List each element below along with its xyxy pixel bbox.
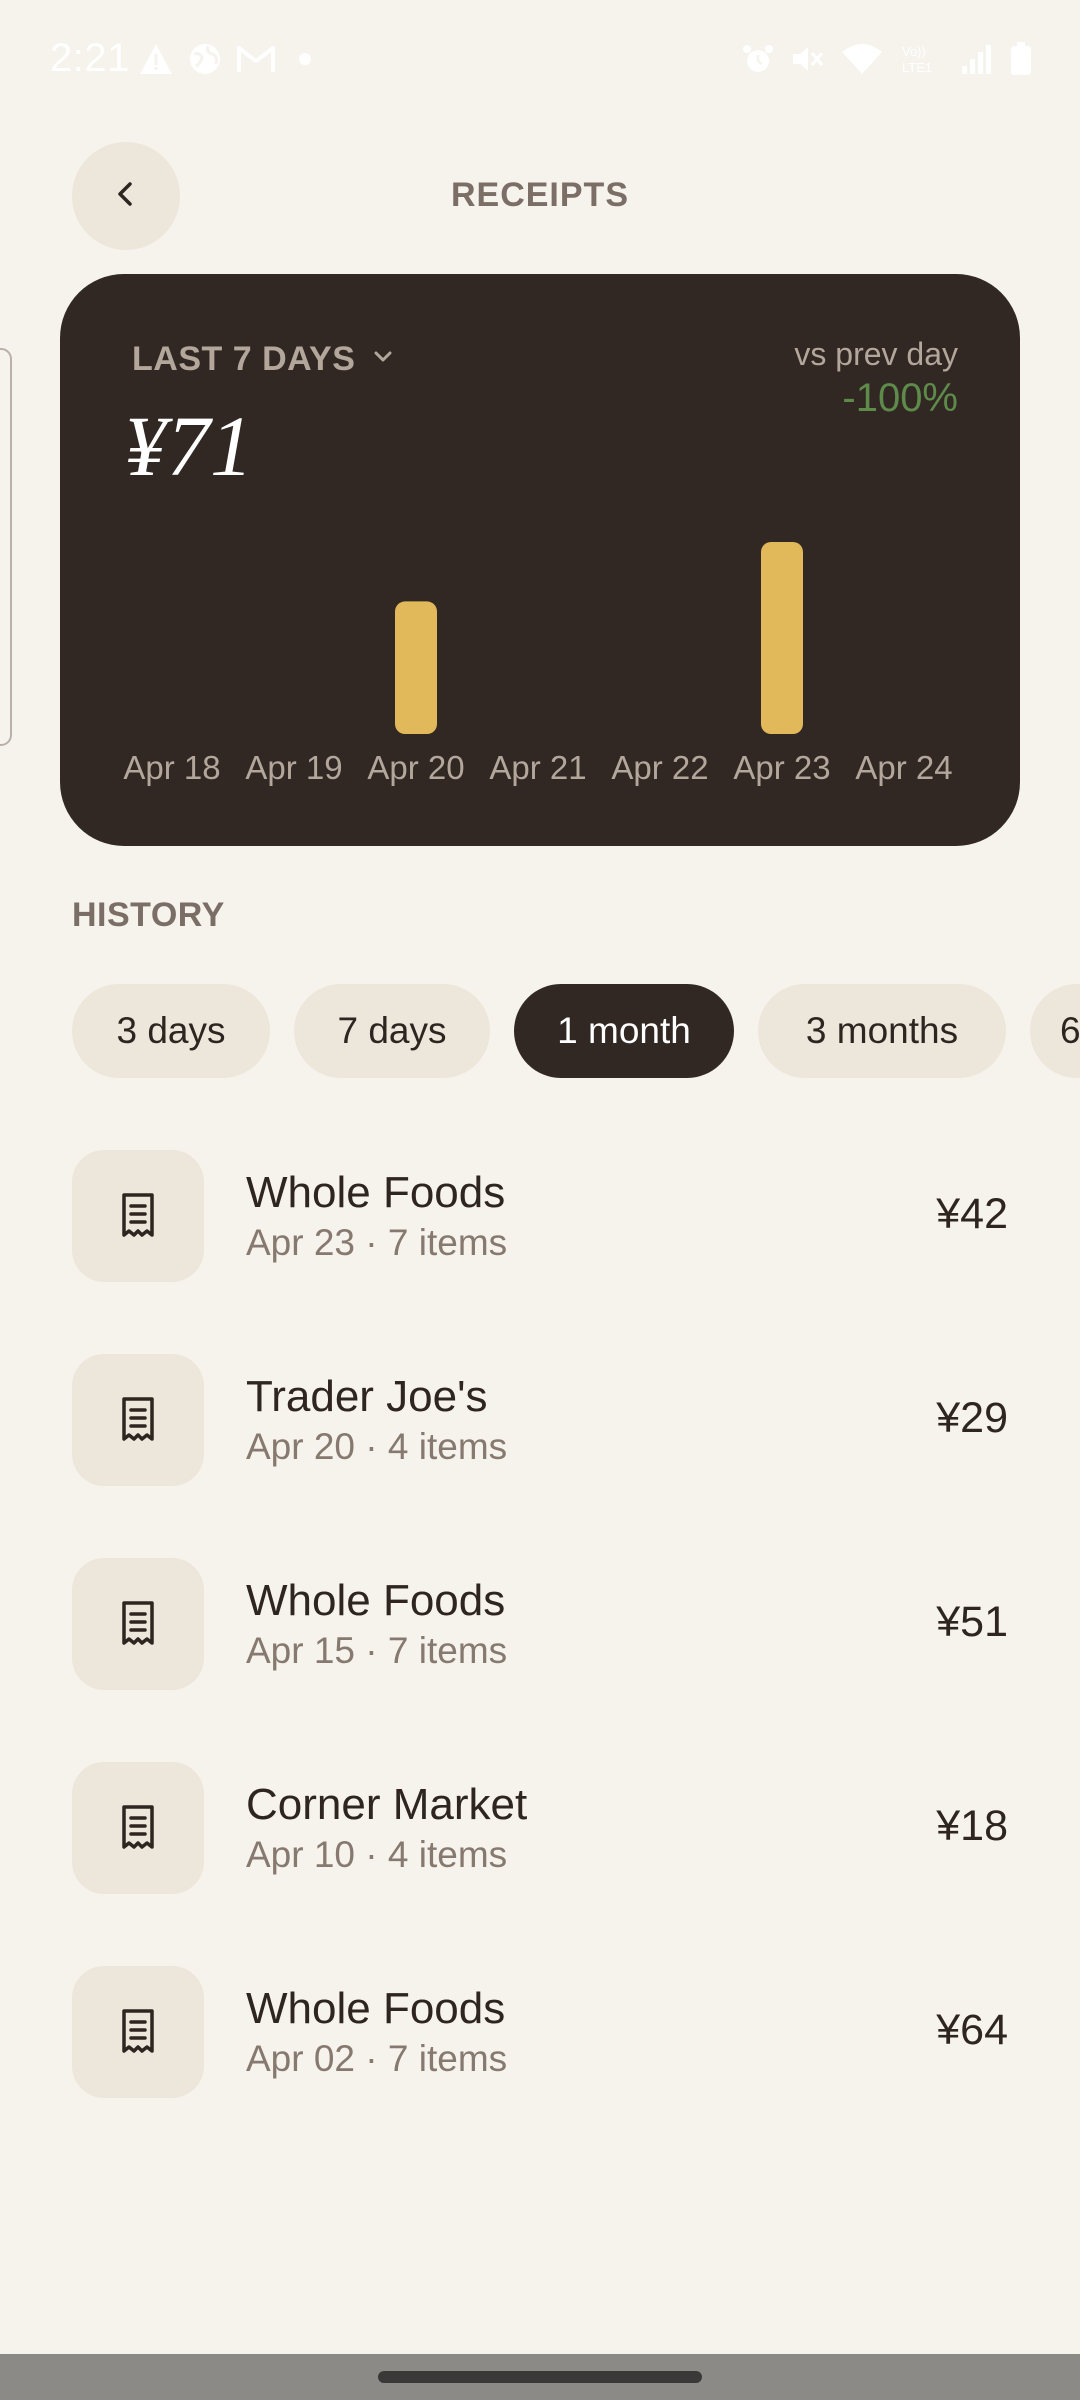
chart-x-tick-label: Apr 24 bbox=[855, 749, 952, 786]
receipt-icon bbox=[72, 1762, 204, 1894]
receipt-store-name: Whole Foods bbox=[246, 1168, 506, 1217]
chart-x-tick-label: Apr 23 bbox=[733, 749, 830, 786]
warning-icon bbox=[138, 42, 174, 76]
receipt-amount: ¥29 bbox=[936, 1394, 1008, 1442]
volte-icon: Vo)) LTE1 bbox=[900, 42, 944, 76]
globe-icon bbox=[188, 42, 222, 76]
receipt-meta: Apr 10 · 4 items bbox=[246, 1834, 508, 1875]
receipt-meta: Apr 23 · 7 items bbox=[246, 1222, 508, 1263]
receipt-list-item[interactable]: Corner Market Apr 10 · 4 items ¥18 bbox=[72, 1762, 1008, 1894]
status-right-icons: Vo)) LTE1 bbox=[742, 42, 1032, 76]
receipt-store-name: Whole Foods bbox=[246, 1984, 506, 2033]
receipt-amount: ¥64 bbox=[936, 2006, 1008, 2054]
history-heading: HISTORY bbox=[72, 896, 225, 934]
receipt-list-item[interactable]: Whole Foods Apr 02 · 7 items ¥64 bbox=[72, 1966, 1008, 2098]
chart-x-tick-label: Apr 21 bbox=[489, 749, 586, 786]
receipt-list-item[interactable]: Whole Foods Apr 15 · 7 items ¥51 bbox=[72, 1558, 1008, 1690]
dot-icon bbox=[290, 44, 320, 74]
wifi-icon bbox=[840, 42, 884, 76]
filter-chip[interactable]: 3 days bbox=[72, 984, 270, 1078]
spend-bar-chart: Apr 18 Apr 19 Apr 20 Apr 21 Apr 22 Apr 23 Apr … bbox=[123, 542, 953, 786]
filter-chip[interactable]: 1 month bbox=[514, 984, 734, 1078]
signal-icon bbox=[960, 42, 994, 76]
filter-chip[interactable]: 3 months bbox=[758, 984, 1006, 1078]
chart-x-tick-label: Apr 20 bbox=[367, 749, 464, 786]
page-title: RECEIPTS bbox=[450, 176, 630, 214]
chart-x-tick-label: Apr 22 bbox=[611, 749, 708, 786]
edge-panel-handle[interactable] bbox=[0, 348, 12, 746]
receipt-list-item[interactable]: Whole Foods Apr 23 · 7 items ¥42 bbox=[72, 1150, 1008, 1282]
receipt-icon bbox=[72, 1354, 204, 1486]
receipt-amount: ¥51 bbox=[936, 1598, 1008, 1646]
receipt-icon bbox=[72, 1966, 204, 2098]
receipts-screen: 2:21 Vo)) LTE1 RECEIPTS LAST 7 DAYS ¥71 … bbox=[0, 0, 1080, 2400]
receipt-icon bbox=[72, 1150, 204, 1282]
chart-bar[interactable] bbox=[761, 542, 803, 734]
status-left-icons bbox=[138, 42, 320, 76]
filter-chip[interactable]: 6 months bbox=[1030, 984, 1080, 1078]
svg-text:LTE1: LTE1 bbox=[902, 60, 932, 75]
receipt-amount: ¥18 bbox=[936, 1802, 1008, 1850]
mute-icon bbox=[790, 43, 824, 75]
status-time: 2:21 bbox=[50, 36, 130, 80]
receipt-meta: Apr 02 · 7 items bbox=[246, 2038, 508, 2079]
receipt-meta: Apr 15 · 7 items bbox=[246, 1630, 508, 1671]
home-indicator[interactable] bbox=[378, 2371, 702, 2383]
status-bar: 2:21 Vo)) LTE1 bbox=[0, 0, 1080, 120]
alarm-icon bbox=[742, 43, 774, 75]
filter-chip[interactable]: 7 days bbox=[294, 984, 490, 1078]
gmail-icon bbox=[236, 44, 276, 74]
receipt-meta: Apr 20 · 4 items bbox=[246, 1426, 508, 1467]
receipt-store-name: Whole Foods bbox=[246, 1576, 506, 1625]
receipt-store-name: Corner Market bbox=[246, 1780, 528, 1829]
receipt-icon bbox=[72, 1558, 204, 1690]
receipt-store-name: Trader Joe's bbox=[246, 1372, 488, 1421]
svg-text:Vo)): Vo)) bbox=[902, 44, 926, 59]
chart-bar[interactable] bbox=[395, 601, 437, 734]
battery-icon bbox=[1010, 42, 1032, 76]
receipt-amount: ¥42 bbox=[936, 1190, 1008, 1238]
chart-x-tick-label: Apr 18 bbox=[123, 749, 220, 786]
summary-card: LAST 7 DAYS ¥71 vs prev day -100% Apr 18… bbox=[60, 274, 1020, 846]
receipt-list-item[interactable]: Trader Joe's Apr 20 · 4 items ¥29 bbox=[72, 1354, 1008, 1486]
chart-x-tick-label: Apr 19 bbox=[245, 749, 342, 786]
history-filter-row: 3 days 7 days 1 month 3 months 6 months bbox=[72, 984, 1080, 1078]
